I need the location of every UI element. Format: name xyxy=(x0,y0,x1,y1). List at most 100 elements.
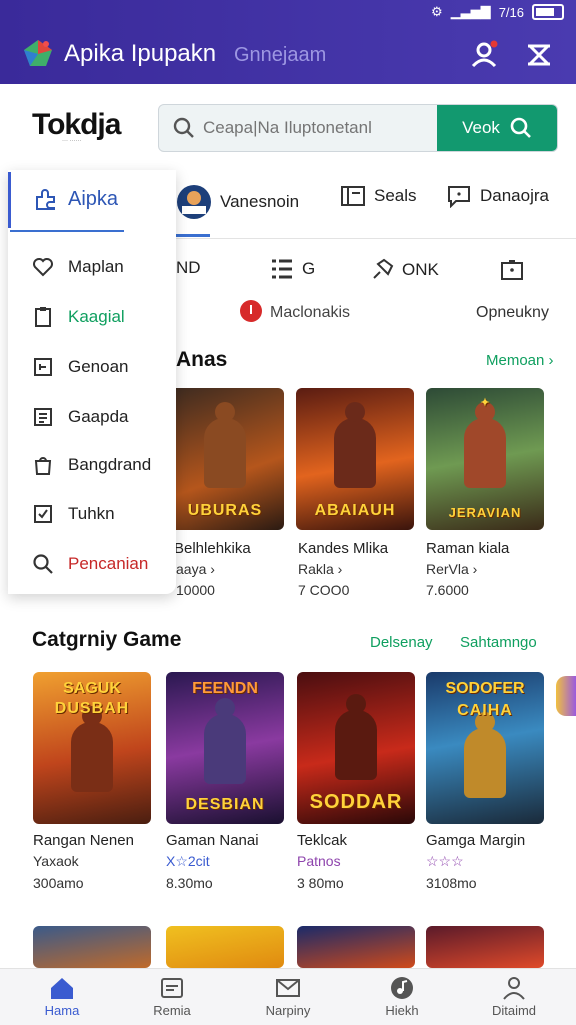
section-link[interactable]: Delsenay xyxy=(370,634,433,651)
card-price: 10000 xyxy=(176,582,215,598)
home-icon xyxy=(51,978,73,999)
nav-home[interactable]: Hama xyxy=(12,975,112,1018)
section-link[interactable]: Sahtamngo xyxy=(460,634,537,651)
search-icon xyxy=(173,117,194,138)
sidebar-item-label: Genoan xyxy=(68,357,129,376)
sub-label[interactable]: Maclonakis xyxy=(270,304,350,322)
card-price: 7 COO0 xyxy=(298,582,350,598)
bag-icon xyxy=(34,457,52,475)
game-card[interactable]: UBURAS xyxy=(166,388,284,530)
card-title[interactable]: Raman kiala xyxy=(426,540,509,557)
nav-label: Narpiny xyxy=(265,1003,311,1018)
sidebar-menu xyxy=(8,170,176,594)
card-title[interactable]: Rangan Nenen xyxy=(33,832,134,849)
tab-seals[interactable]: Seals xyxy=(340,184,417,208)
game-card[interactable]: SODDAR xyxy=(297,672,415,824)
filter-label: ND xyxy=(176,258,201,277)
settings-icon: ⚙ xyxy=(431,4,443,19)
tab-label: Seals xyxy=(374,186,417,205)
card-art-text: DUSBAH xyxy=(54,700,130,717)
box-icon xyxy=(501,260,523,280)
tab-label: Danaojra xyxy=(480,186,549,205)
list-icon xyxy=(272,259,292,279)
game-card[interactable] xyxy=(426,926,544,968)
tab-vanesnoin[interactable]: Vanesnoin xyxy=(176,184,299,220)
card-price: 8.30mo xyxy=(166,875,213,891)
clipboard-icon xyxy=(35,307,51,327)
pin-icon xyxy=(373,258,394,279)
card-icon xyxy=(161,978,183,998)
sidebar-item-genoan[interactable]: Genoan xyxy=(32,356,129,378)
filter-nd[interactable]: ND xyxy=(176,258,201,278)
list-box-icon xyxy=(34,408,52,426)
card-art-top: SODOFER xyxy=(445,680,525,697)
tab-danaojra[interactable]: Danaojra xyxy=(446,184,549,208)
nav-ditaimd[interactable]: Ditaimd xyxy=(464,975,564,1018)
game-card[interactable]: SAGUK DUSBAH xyxy=(33,672,151,824)
app-subtitle: Gnnejaam xyxy=(234,44,327,66)
game-card[interactable]: ✦ JERAVIAN xyxy=(426,388,544,530)
game-card[interactable]: FEENDN DESBIAN xyxy=(166,672,284,824)
search-bar: Veok xyxy=(158,104,558,152)
card-title[interactable]: Gamga Margin xyxy=(426,832,525,849)
game-card[interactable] xyxy=(33,926,151,968)
game-card[interactable] xyxy=(166,926,284,968)
nav-remia[interactable]: Remia xyxy=(122,975,222,1018)
status-time: 7/16 xyxy=(498,4,524,20)
card-art-text: CAIHA xyxy=(457,702,513,719)
nav-narpiny[interactable]: Narpiny xyxy=(238,975,338,1018)
game-card[interactable]: SODOFER CAIHA xyxy=(426,672,544,824)
sub-right-link[interactable]: Opneukny xyxy=(476,304,549,322)
sidebar-item-label: Bangdrand xyxy=(68,455,152,474)
brand-name: Tokdja xyxy=(32,108,121,141)
sidebar-item-tuhkn[interactable]: Tuhkn xyxy=(32,503,115,525)
sidebar-accent xyxy=(8,172,11,228)
card-title[interactable]: Belhlehkika xyxy=(174,540,251,557)
filter-box[interactable] xyxy=(500,258,524,282)
search-input[interactable] xyxy=(201,105,437,151)
sidebar-item-kaagial[interactable]: Kaagial xyxy=(32,306,125,328)
puzzle-icon xyxy=(36,188,55,210)
profile-icon[interactable] xyxy=(470,40,498,68)
sidebar-item-maplan[interactable]: Maplan xyxy=(32,256,124,278)
search-icon xyxy=(510,117,531,138)
mail-icon xyxy=(276,979,300,997)
music-icon xyxy=(391,977,413,999)
card-subtitle: RerVla › xyxy=(426,561,478,577)
card-title[interactable]: Teklcak xyxy=(297,832,347,849)
card-art-text: SODDAR xyxy=(309,791,403,813)
app-logo-icon xyxy=(24,40,52,66)
sidebar-item-pencanian[interactable]: Pencanian xyxy=(32,553,148,575)
filter-list[interactable]: G xyxy=(270,258,315,280)
card-art xyxy=(71,706,113,792)
card-art-badge: ✦ xyxy=(480,397,490,409)
nav-label: Remia xyxy=(153,1003,191,1018)
sidebar-underline xyxy=(10,230,124,232)
status-bar: ⚙ ▁▃▅▇ 7/16 xyxy=(431,4,564,20)
calendar-icon xyxy=(341,186,365,206)
card-art-top: FEENDN xyxy=(192,680,258,697)
nav-hiekh[interactable]: Hiekh xyxy=(352,975,452,1018)
card-subtitle: Yaxaok xyxy=(33,853,79,869)
brand-tagline: ··· ······ xyxy=(62,138,82,144)
section-more-link[interactable]: Memoan › xyxy=(486,352,554,369)
tab-label: Vanesnoin xyxy=(220,192,300,211)
section-title: Anas xyxy=(176,348,228,371)
card-price: 7.6000 xyxy=(426,582,469,598)
sidebar-item-gaapda[interactable]: Gaapda xyxy=(32,406,129,428)
card-title[interactable]: Gaman Nanai xyxy=(166,832,259,849)
card-art xyxy=(464,712,506,798)
sidebar-header[interactable]: Aipka xyxy=(34,188,118,211)
grid-icon[interactable] xyxy=(526,42,552,68)
sidebar-item-bangdrand[interactable]: Bangdrand xyxy=(32,454,151,476)
battery-icon xyxy=(532,4,564,20)
card-art-text: ABAIAUH xyxy=(314,502,396,519)
game-card[interactable] xyxy=(297,926,415,968)
tag-icon xyxy=(34,358,52,376)
game-card[interactable]: ABAIAUH xyxy=(296,388,414,530)
sidebar-item-label: Gaapda xyxy=(68,407,129,426)
card-title[interactable]: Kandes Mlika xyxy=(298,540,388,557)
search-button[interactable]: Veok xyxy=(437,105,557,151)
bottom-nav: Hama Remia Narpiny Hiekh Ditaimd xyxy=(0,968,576,1025)
filter-onk[interactable]: ONK xyxy=(370,258,439,282)
